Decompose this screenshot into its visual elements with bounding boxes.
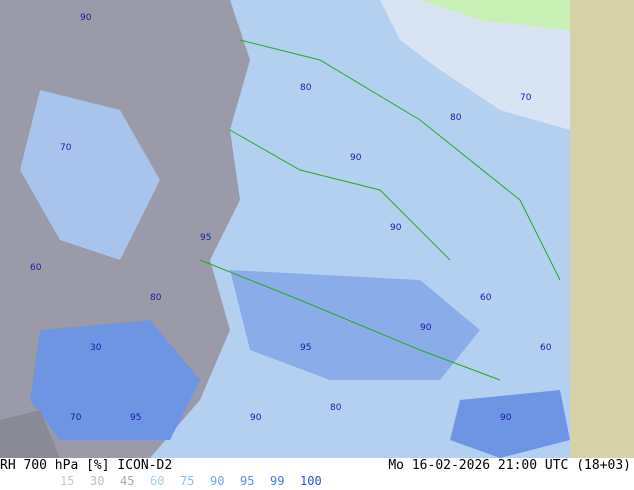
contour-label: 30	[90, 343, 102, 353]
legend-item: 30	[90, 474, 105, 488]
contour-label: 70	[70, 413, 82, 423]
contour-label: 70	[520, 93, 532, 103]
legend-item: 60	[150, 474, 165, 488]
legend-item: 100	[300, 474, 322, 488]
legend-item: 90	[210, 474, 225, 488]
contour-label: 95	[130, 413, 141, 423]
legend-item: 75	[180, 474, 195, 488]
color-legend: 15 30 45 60 75 90 95 99 100	[60, 474, 330, 488]
contour-label: 90	[350, 153, 362, 163]
contour-label: 70	[60, 143, 72, 153]
contour-label: 60	[480, 293, 492, 303]
legend-item: 15	[60, 474, 75, 488]
contour-label: 80	[300, 83, 312, 93]
contour-label: 90	[390, 223, 402, 233]
contour-label: 80	[150, 293, 162, 303]
valid-time: Mo 16-02-2026 21:00 UTC (18+03)	[388, 458, 631, 473]
contour-label: 90	[500, 413, 512, 423]
footer: RH 700 hPa [%] ICON-D2 Mo 16-02-2026 21:…	[0, 458, 634, 490]
contour-label: 80	[450, 113, 462, 123]
legend-item: 45	[120, 474, 135, 488]
contour-label: 95	[200, 233, 211, 243]
map-title: RH 700 hPa [%] ICON-D2	[0, 458, 173, 473]
contour-label: 60	[540, 343, 552, 353]
contour-label: 80	[330, 403, 342, 413]
legend-item: 95	[240, 474, 255, 488]
contour-label: 90	[80, 13, 92, 23]
outside-domain-east	[570, 0, 634, 458]
humidity-map: 90 80 70 60 95 90 80 70 90 95 60 30 80 90 70 95 90 80 60 90	[0, 0, 634, 458]
contour-label: 90	[250, 413, 262, 423]
contour-label: 90	[420, 323, 432, 333]
legend-item: 99	[270, 474, 285, 488]
contour-label: 60	[30, 263, 42, 273]
contour-label: 95	[300, 343, 311, 353]
